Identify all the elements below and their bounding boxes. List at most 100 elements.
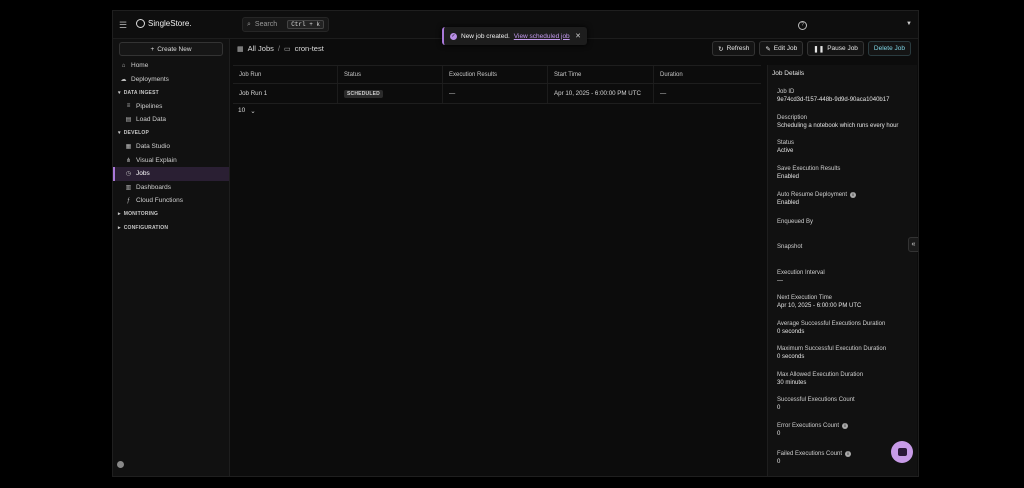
brand-logo[interactable]: SingleStore.: [136, 19, 192, 28]
info-icon[interactable]: i: [850, 192, 857, 198]
help-icon[interactable]: ?: [798, 21, 807, 30]
section-develop[interactable]: ▾ DEVELOP: [113, 127, 229, 141]
delete-label: Delete Job: [873, 45, 905, 52]
section-title: DATA INGEST: [123, 89, 159, 96]
cloud-function-icon: ƒ: [126, 197, 131, 204]
sidebar-item-label: Pipelines: [136, 102, 163, 110]
brand-name: SingleStore.: [148, 19, 192, 28]
header-execution-results[interactable]: Execution Results: [443, 66, 548, 83]
sidebar-item-home[interactable]: ⌂ Home: [113, 59, 229, 73]
field-label: Failed Executions Count: [777, 451, 843, 457]
cell-execution-results: —: [443, 84, 548, 103]
theme-toggle-icon[interactable]: [117, 461, 124, 468]
field-average-successful-duration: Average Successful Executions Duration 0…: [777, 321, 885, 335]
header-job-run[interactable]: Job Run: [233, 66, 338, 83]
chevron-down-icon: ▾: [118, 89, 121, 96]
field-error-executions-count: Error Executions Count i 0: [777, 423, 849, 437]
field-label: Description: [777, 115, 808, 121]
field-value: 0: [777, 405, 781, 411]
delete-job-button[interactable]: Delete Job: [867, 41, 911, 56]
job-details-panel: Job Details Job ID 9e74cd3d-f157-448b-9d…: [767, 65, 917, 476]
sidebar-item-deployments[interactable]: ☁ Deployments: [113, 73, 229, 87]
field-value: Scheduling a notebook which runs every h…: [777, 123, 899, 129]
account-dropdown-icon[interactable]: ▼: [906, 21, 912, 27]
section-data-ingest[interactable]: ▾ DATA INGEST: [113, 86, 229, 100]
section-configuration[interactable]: ▸ CONFIGURATION: [113, 221, 229, 235]
load-data-icon: ▤: [125, 117, 132, 124]
sidebar-item-label: Home: [131, 62, 149, 70]
sidebar-item-label: Load Data: [136, 116, 166, 124]
field-value: Apr 10, 2025 - 6:00:00 PM UTC: [777, 303, 862, 309]
pause-job-button[interactable]: ❚❚ Pause Job: [807, 41, 864, 56]
section-monitoring[interactable]: ▸ MONITORING: [113, 208, 229, 222]
field-maximum-successful-duration: Maximum Successful Execution Duration 0 …: [777, 346, 886, 360]
create-new-button[interactable]: + Create New: [119, 42, 223, 56]
pipeline-icon: ≡: [126, 103, 131, 110]
sidebar-item-pipelines[interactable]: ≡ Pipelines: [113, 100, 229, 114]
sidebar-item-label: Data Studio: [136, 143, 170, 151]
sidebar-item-jobs[interactable]: ◷ Jobs: [113, 167, 229, 181]
field-label: Successful Executions Count: [777, 397, 855, 403]
refresh-label: Refresh: [726, 45, 750, 52]
close-icon[interactable]: ✕: [575, 32, 581, 40]
header-start-time[interactable]: Start Time: [548, 66, 654, 83]
sidebar-item-load-data[interactable]: ▤ Load Data: [113, 113, 229, 127]
details-title: Job Details: [772, 70, 805, 77]
toast-message: New job created.: [461, 32, 510, 40]
sidebar-item-dashboards[interactable]: ▥ Dashboards: [113, 181, 229, 195]
visual-explain-icon: ⋔: [125, 157, 132, 164]
field-label: Execution Interval: [777, 270, 825, 276]
field-label-row: Failed Executions Count i: [777, 451, 852, 457]
header-duration[interactable]: Duration: [654, 66, 761, 83]
collapse-panel-icon[interactable]: «: [908, 237, 918, 252]
chat-support-button[interactable]: [891, 441, 913, 463]
search-placeholder: Search: [254, 21, 278, 28]
chevron-right-icon: ▸: [118, 211, 121, 218]
create-new-label: Create New: [157, 45, 192, 53]
chevron-right-icon: ▸: [118, 224, 121, 231]
table-row[interactable]: Job Run 1 SCHEDULED — Apr 10, 2025 - 6:0…: [233, 84, 761, 104]
sidebar-item-data-studio[interactable]: ▦ Data Studio: [113, 140, 229, 154]
pause-label: Pause Job: [827, 45, 858, 52]
breadcrumb-current: cron-test: [294, 44, 324, 53]
pause-icon: ❚❚: [813, 45, 825, 53]
field-value: 0: [777, 431, 781, 437]
menu-icon[interactable]: ☰: [119, 20, 127, 31]
field-value: —: [777, 278, 783, 284]
breadcrumb-separator: /: [277, 44, 280, 53]
view-scheduled-job-link[interactable]: View scheduled job: [514, 33, 570, 40]
jobs-icon: ◷: [125, 171, 132, 178]
header-status[interactable]: Status: [338, 66, 443, 83]
cloud-icon: ☁: [120, 76, 127, 83]
status-badge: SCHEDULED: [344, 89, 383, 98]
field-value: Active: [777, 148, 794, 154]
edit-label: Edit Job: [773, 45, 798, 52]
section-title: CONFIGURATION: [123, 224, 169, 231]
table-header: Job Run Status Execution Results Start T…: [233, 65, 761, 84]
field-max-allowed-duration: Max Allowed Execution Duration 30 minute…: [777, 372, 863, 386]
section-title: DEVELOP: [123, 130, 150, 137]
search-input[interactable]: ⌕ Search Ctrl + k: [242, 17, 329, 32]
refresh-button[interactable]: ↻ Refresh: [712, 41, 756, 56]
page-size-select[interactable]: 10 ⌄: [238, 107, 256, 115]
breadcrumb-all-jobs[interactable]: All Jobs: [248, 44, 274, 53]
sidebar-item-visual-explain[interactable]: ⋔ Visual Explain: [113, 154, 229, 168]
sidebar-item-cloud-functions[interactable]: ƒ Cloud Functions: [113, 194, 229, 208]
page-size-value: 10: [238, 107, 246, 114]
field-label: Snapshot: [777, 244, 803, 250]
field-auto-resume-deployment: Auto Resume Deployment i Enabled: [777, 192, 857, 206]
info-icon[interactable]: i: [845, 451, 852, 457]
edit-job-button[interactable]: ✎ Edit Job: [759, 41, 804, 56]
folder-icon: ▭: [283, 45, 291, 53]
info-icon[interactable]: i: [842, 423, 849, 429]
field-save-execution-results: Save Execution Results Enabled: [777, 166, 840, 180]
field-label: Maximum Successful Execution Duration: [777, 346, 887, 352]
sidebar-item-label: Cloud Functions: [136, 197, 183, 205]
job-actions: ↻ Refresh ✎ Edit Job ❚❚ Pause Job Delete…: [712, 41, 911, 56]
section-title: MONITORING: [123, 211, 159, 218]
data-studio-icon: ▦: [125, 144, 132, 151]
pagination: 10 ⌄ ‹ 1 ›: [233, 103, 872, 119]
field-label-row: Error Executions Count i: [777, 423, 849, 429]
field-value: Enabled: [777, 174, 800, 180]
plus-icon: +: [150, 45, 155, 53]
